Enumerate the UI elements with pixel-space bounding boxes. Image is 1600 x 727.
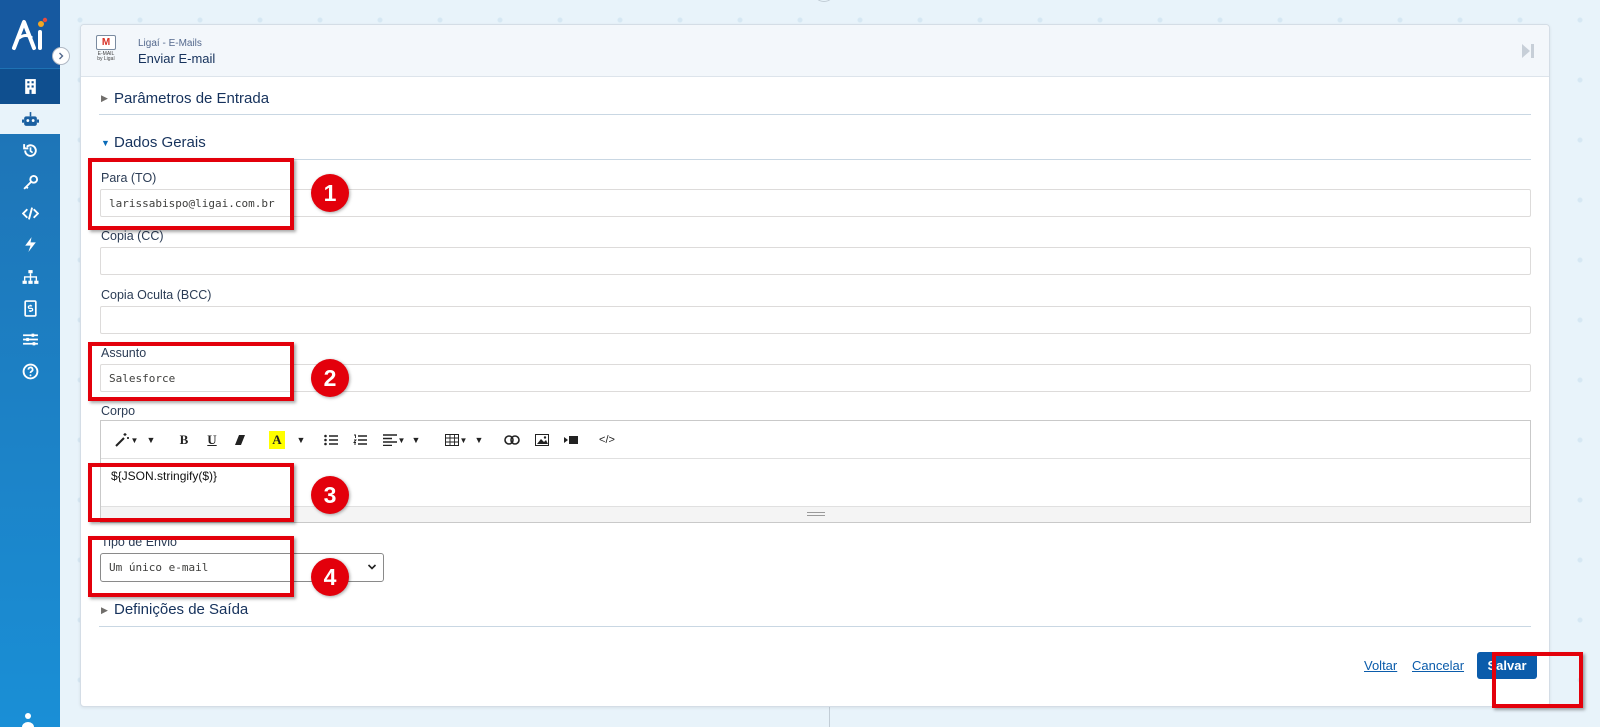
numbered-list-icon <box>353 434 367 445</box>
user-icon[interactable] <box>20 712 36 727</box>
magic-wand-icon <box>114 433 129 447</box>
robot-icon <box>21 111 39 126</box>
ordered-list-button[interactable] <box>351 431 369 449</box>
insert-dropdown-button[interactable]: ▼ <box>474 431 484 449</box>
sitemap-icon <box>22 269 38 284</box>
sidebar-item-keys[interactable] <box>0 167 60 197</box>
caret-down-icon: ▼ <box>411 435 421 445</box>
caret-right-icon: ▶ <box>101 93 108 103</box>
cc-label: Copia (CC) <box>101 229 164 243</box>
card-header: M E-MAIL by Ligaí Ligaí - E-Mails Enviar… <box>81 25 1549 77</box>
step-marker-2: 2 <box>311 359 349 397</box>
underline-button[interactable]: U <box>204 431 220 449</box>
bold-button[interactable]: B <box>176 431 192 449</box>
link-icon <box>504 435 520 445</box>
align-left-icon <box>382 434 397 446</box>
caret-down-icon: ▼ <box>474 435 484 445</box>
caret-down-icon: ▼ <box>296 435 306 445</box>
skip-forward-icon[interactable] <box>1521 43 1535 59</box>
send-type-label: Tipo de Envio <box>101 535 177 549</box>
invoice-icon <box>23 299 37 317</box>
sidebar <box>0 0 60 727</box>
key-icon <box>22 174 38 190</box>
sidebar-item-help[interactable] <box>0 356 60 386</box>
sidebar-item-company[interactable] <box>0 69 60 104</box>
send-type-value: Um único e-mail <box>109 561 209 574</box>
editor-toolbar: ▼ ▼ B U A ▼ ▼ ▼ ▼ ▼ </> <box>101 421 1530 459</box>
grip-icon <box>806 512 825 516</box>
mail-icon: M <box>96 35 116 50</box>
section-output-defs[interactable]: ▶ Definições de Saída <box>99 594 1531 627</box>
sidebar-item-robots[interactable] <box>0 104 60 134</box>
bcc-field[interactable] <box>100 306 1531 334</box>
lightning-icon <box>24 236 36 252</box>
caret-down-icon: ▼ <box>459 435 468 445</box>
chevron-right-icon <box>59 52 64 60</box>
history-icon <box>22 143 37 157</box>
style-dropdown-button[interactable]: ▼ <box>145 431 157 449</box>
canvas-connector-line <box>829 707 830 727</box>
clear-format-button[interactable] <box>232 431 248 449</box>
chevron-down-icon <box>367 564 377 570</box>
sidebar-item-structure[interactable] <box>0 262 60 292</box>
body-label: Corpo <box>101 404 136 418</box>
body-content[interactable]: ${JSON.stringify($)} <box>111 469 217 483</box>
magic-style-button[interactable]: ▼ <box>113 431 139 449</box>
color-dropdown-button[interactable]: ▼ <box>296 431 306 449</box>
email-action-card: M E-MAIL by Ligaí Ligaí - E-Mails Enviar… <box>80 24 1550 707</box>
image-icon <box>535 434 549 446</box>
cancel-link[interactable]: Cancelar <box>1412 658 1464 673</box>
email-app-icon: M E-MAIL by Ligaí <box>95 35 117 69</box>
image-button[interactable] <box>533 431 551 449</box>
sidebar-item-billing[interactable] <box>0 293 60 323</box>
step-marker-4: 4 <box>311 558 349 596</box>
code-view-button[interactable]: </> <box>595 431 619 449</box>
highlight-button[interactable]: A <box>269 431 285 449</box>
save-button[interactable]: Salvar <box>1477 652 1537 679</box>
table-icon <box>444 434 459 446</box>
sidebar-item-history[interactable] <box>0 135 60 165</box>
sliders-icon <box>22 333 38 345</box>
to-label: Para (TO) <box>101 171 157 185</box>
align-dropdown-button[interactable]: ▼ <box>381 431 407 449</box>
sidebar-toggle-button[interactable] <box>52 47 70 65</box>
bullet-list-icon <box>324 434 338 446</box>
cc-field[interactable] <box>100 247 1531 275</box>
caret-right-icon: ▶ <box>101 605 108 615</box>
page-title: Enviar E-mail <box>138 51 216 66</box>
step-marker-3: 3 <box>311 476 349 514</box>
bcc-label: Copia Oculta (BCC) <box>101 288 212 302</box>
code-icon <box>21 206 39 220</box>
paragraph-dropdown-button[interactable]: ▼ <box>411 431 421 449</box>
app-logo[interactable] <box>0 0 60 68</box>
back-link[interactable]: Voltar <box>1364 658 1397 673</box>
table-dropdown-button[interactable]: ▼ <box>443 431 469 449</box>
body-rich-editor: ▼ ▼ B U A ▼ ▼ ▼ ▼ ▼ </> ${JSON.stringify… <box>100 420 1531 523</box>
link-button[interactable] <box>503 431 521 449</box>
section-input-params[interactable]: ▶ Parâmetros de Entrada <box>99 83 1531 115</box>
header-subtitle: Ligaí - E-Mails <box>138 38 202 49</box>
section-general-data[interactable]: ▼ Dados Gerais <box>99 127 1531 160</box>
subject-label: Assunto <box>101 346 147 360</box>
editor-resize-handle[interactable] <box>101 506 1530 522</box>
step-marker-1: 1 <box>311 174 349 212</box>
video-button[interactable] <box>562 431 580 449</box>
sidebar-item-settings[interactable] <box>0 324 60 354</box>
section-title: Parâmetros de Entrada <box>114 90 270 107</box>
caret-down-icon: ▼ <box>146 435 156 445</box>
sidebar-item-code[interactable] <box>0 198 60 228</box>
eraser-icon <box>235 435 245 445</box>
sidebar-item-triggers[interactable] <box>0 229 60 259</box>
video-icon <box>564 436 578 444</box>
section-title: Dados Gerais <box>114 134 206 151</box>
section-title: Definições de Saída <box>114 601 249 618</box>
caret-down-icon: ▼ <box>101 138 110 148</box>
app-icon-caption: E-MAIL by Ligaí <box>97 51 115 62</box>
building-icon <box>24 79 36 94</box>
caret-down-icon: ▼ <box>397 435 406 445</box>
unordered-list-button[interactable] <box>322 431 340 449</box>
help-icon <box>22 363 38 379</box>
